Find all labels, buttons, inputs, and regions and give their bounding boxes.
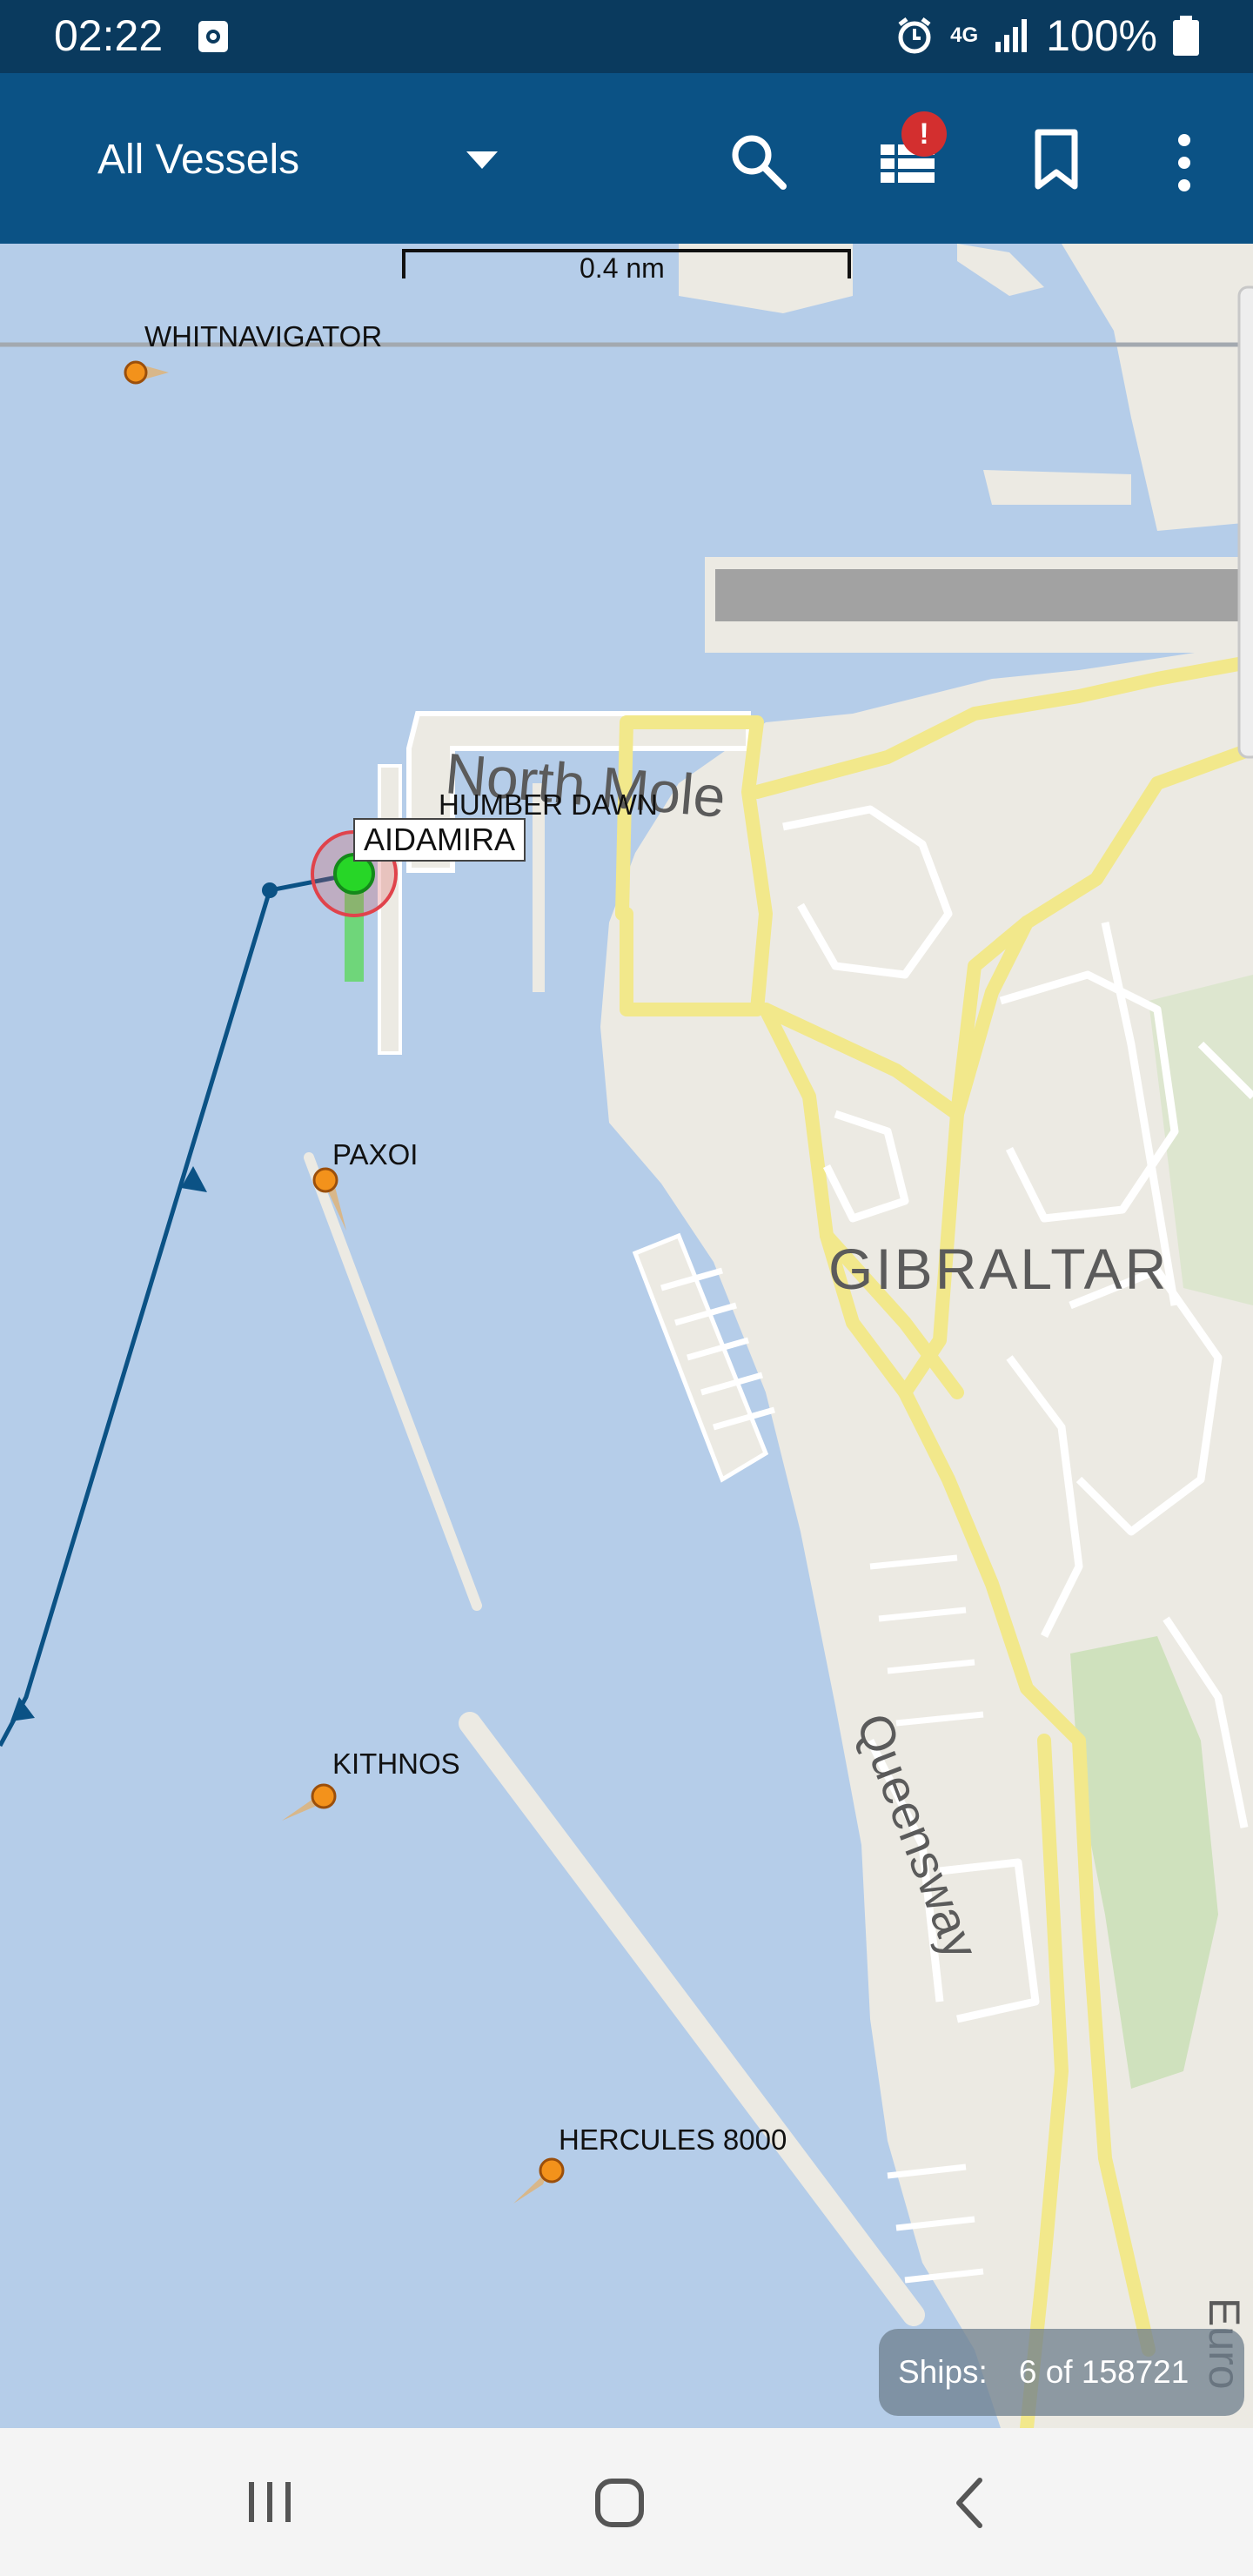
bookmark-icon[interactable] [1034,129,1079,191]
more-options-icon[interactable] [1171,132,1197,193]
vessel-marker-kithnos[interactable] [278,1775,339,1828]
vessel-marker-whitnavigator[interactable] [118,355,171,390]
vessel-filter-select[interactable]: All Vessels [97,136,299,184]
vessel-label-whitnavigator[interactable]: WHITNAVIGATOR [144,320,382,353]
vessel-marker-paxoi[interactable] [308,1166,352,1236]
chevron-down-icon[interactable] [465,150,499,171]
status-bar: 02:22 4G 100% [0,0,1253,73]
battery-percent: 100% [1046,11,1157,60]
vessel-track [0,871,356,1748]
vessel-marker-hercules-8000[interactable] [508,2148,569,2209]
system-navigation-bar [0,2428,1253,2576]
vessel-label-kithnos[interactable]: KITHNOS [332,1748,460,1781]
app-bar: All Vessels ! [0,73,1253,244]
back-icon[interactable] [952,2477,987,2529]
map-view[interactable]: 0.4 nm North Mole GIBRALTAR Queensway Eu… [0,244,1253,2428]
vessel-label-humber-dawn[interactable]: HUMBER DAWN [439,788,658,822]
vessel-label-aidamira[interactable]: AIDAMIRA [353,818,526,862]
battery-icon [1173,16,1199,56]
home-icon[interactable] [593,2477,646,2529]
notification-badge: ! [901,111,947,157]
vessel-label-hercules-8000[interactable]: HERCULES 8000 [559,2123,787,2157]
alarm-icon [898,17,931,54]
search-icon[interactable] [729,132,787,190]
ships-label: Ships: [898,2354,988,2390]
vessel-label-paxoi[interactable]: PAXOI [332,1138,418,1171]
ships-count: 6 of 158721 [1018,2354,1189,2390]
signal-icon [995,19,1028,52]
ships-counter: Ships: 6 of 158721 [879,2329,1244,2416]
network-type-label: 4G [950,23,979,47]
screen-record-icon [198,21,228,52]
recent-apps-icon[interactable] [245,2480,294,2524]
status-time: 02:22 [54,11,164,60]
